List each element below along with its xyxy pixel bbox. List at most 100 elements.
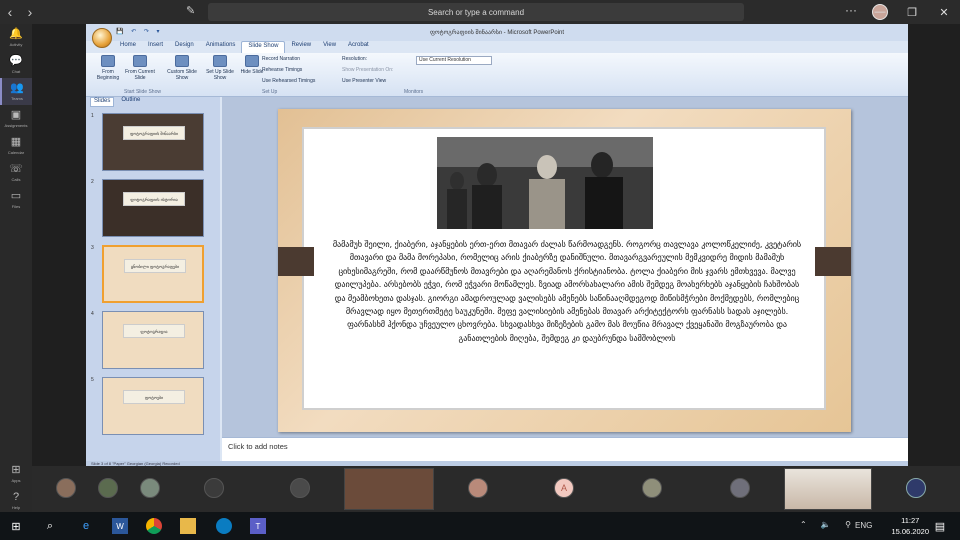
participant-avatar[interactable]: [642, 478, 662, 498]
minimize-icon[interactable]: —: [864, 6, 896, 18]
rail-item-activity[interactable]: 🔔 Activity: [0, 24, 32, 51]
from-beginning-button[interactable]: From Beginning: [92, 55, 124, 87]
slide-thumbnail[interactable]: ფოტოები: [102, 377, 204, 435]
help-icon: ?: [12, 490, 20, 503]
resolution-dropdown[interactable]: Use Current Resolution: [416, 56, 492, 65]
participant-avatar[interactable]: [730, 478, 750, 498]
window-controls: — ❐ ✕: [864, 0, 960, 24]
rail-label: Apps: [11, 477, 21, 483]
from-current-button[interactable]: From Current Slide: [124, 55, 156, 87]
tab-outline[interactable]: Outline: [118, 97, 143, 107]
more-options-icon[interactable]: ···: [845, 3, 857, 17]
tab-slides[interactable]: Slides: [90, 97, 115, 107]
tab-insert[interactable]: Insert: [142, 41, 169, 53]
tab-home[interactable]: Home: [114, 41, 142, 53]
clock-time: 11:27: [901, 516, 920, 525]
rail-item-files[interactable]: ▭ Files: [0, 186, 32, 213]
close-icon[interactable]: ✕: [928, 6, 960, 19]
from-current-label: From Current Slide: [125, 69, 155, 81]
tab-view[interactable]: View: [317, 41, 342, 53]
slide-decor-right: [815, 247, 851, 276]
use-rehearsed-checkbox[interactable]: Use Rehearsed Timings: [262, 78, 315, 84]
resolution-label: Resolution:: [342, 56, 368, 62]
setup-show-button[interactable]: Set Up Slide Show: [204, 55, 236, 87]
teams-icon[interactable]: T: [250, 518, 266, 534]
slide-editor[interactable]: მამამუხ შეილი, ქიაბერი, აჯანყების ერთ-ერ…: [222, 97, 908, 437]
quick-access-toolbar[interactable]: 💾 ↶ ↷ ▾: [116, 28, 163, 35]
word-icon[interactable]: W: [112, 518, 128, 534]
ppt-title-bar: ფოტოგრაფიის შინაარსი - Microsoft PowerPo…: [86, 24, 908, 41]
file-explorer-icon[interactable]: [180, 518, 196, 534]
group-setup-label: Set Up: [262, 89, 278, 95]
forward-arrow-icon[interactable]: ›: [20, 2, 40, 22]
presenter-view-checkbox[interactable]: Use Presenter View: [342, 78, 386, 84]
rail-item-calendar[interactable]: ▦ Calendar: [0, 132, 32, 159]
tab-animations[interactable]: Animations: [200, 41, 242, 53]
participant-avatar[interactable]: [290, 478, 310, 498]
tab-slide-show[interactable]: Slide Show: [241, 41, 286, 53]
thumbnail-title: ფოტოგრაფიის შინაარსი: [123, 126, 185, 140]
participant-avatar[interactable]: [204, 478, 224, 498]
clock[interactable]: 11:27 15.06.2020: [891, 515, 929, 537]
calls-icon: ☏: [9, 162, 23, 175]
search-icon[interactable]: ⌕: [42, 518, 58, 534]
group-start-label: Start Slide Show: [124, 89, 161, 95]
tab-review[interactable]: Review: [285, 41, 317, 53]
record-narration-button[interactable]: Record Narration: [262, 56, 300, 62]
language-indicator[interactable]: ENG: [855, 521, 872, 530]
slide-number: 2: [91, 179, 94, 185]
start-icon[interactable]: ⊞: [8, 518, 24, 534]
group-monitors-label: Monitors: [404, 89, 424, 95]
back-arrow-icon[interactable]: ‹: [0, 2, 20, 22]
slide-decor-left: [278, 247, 314, 276]
thumbnail-title: ფოტოები: [123, 390, 185, 404]
rail-item-chat[interactable]: 💬 Chat: [0, 51, 32, 78]
participant-video[interactable]: [344, 468, 434, 510]
participant-avatar[interactable]: [98, 478, 118, 498]
rail-item-apps[interactable]: ⊞ Apps: [0, 460, 32, 487]
slide-number: 1: [91, 113, 94, 119]
slide-photo[interactable]: [437, 137, 653, 229]
assignments-icon: ▣: [10, 108, 22, 121]
rail-item-calls[interactable]: ☏ Calls: [0, 159, 32, 186]
slide-thumbnail[interactable]: ფოტოგრაფიის შინაარსი: [102, 113, 204, 171]
notes-pane[interactable]: Click to add notes: [222, 437, 908, 461]
chrome-icon[interactable]: [146, 518, 162, 534]
participant-initial-avatar[interactable]: A: [554, 478, 574, 498]
rail-item-teams[interactable]: 👥 Teams: [0, 78, 32, 105]
slide-body-text[interactable]: მამამუხ შეილი, ქიაბერი, აჯანყების ერთ-ერ…: [332, 238, 802, 345]
slide-thumbnail[interactable]: ფოტოგრაფია: [102, 311, 204, 369]
participant-avatar[interactable]: [140, 478, 160, 498]
participants-strip: A: [32, 466, 960, 512]
edge-icon[interactable]: e: [78, 518, 94, 534]
tab-acrobat[interactable]: Acrobat: [342, 41, 375, 53]
bell-icon: 🔔: [9, 27, 23, 40]
custom-show-button[interactable]: Custom Slide Show: [166, 55, 198, 87]
slide-number: 3: [91, 245, 94, 251]
system-tray[interactable]: ⌃ 🔈 ⚲: [800, 520, 857, 529]
maximize-icon[interactable]: ❐: [896, 6, 928, 19]
slideshow-current-icon: [133, 55, 147, 67]
historical-photo-image: [437, 137, 653, 229]
rail-item-help[interactable]: ? Help: [0, 487, 32, 514]
show-on-label: Show Presentation On:: [342, 67, 394, 73]
self-video[interactable]: [784, 468, 872, 510]
participant-avatar[interactable]: [468, 478, 488, 498]
participant-avatar[interactable]: [56, 478, 76, 498]
slide-frame: მამამუხ შეილი, ქიაბერი, აჯანყების ერთ-ერ…: [302, 127, 826, 410]
skype-icon[interactable]: [216, 518, 232, 534]
slide-thumbnail[interactable]: ცნობილი ფოტოგრაფები: [102, 245, 204, 303]
teams-left-rail: 🔔 Activity 💬 Chat 👥 Teams ▣ Assignments ▦ Calenda…: [0, 24, 32, 512]
clock-date: 15.06.2020: [891, 527, 929, 536]
current-slide[interactable]: მამამუხ შეილი, ქიაბერი, აჯანყების ერთ-ერ…: [278, 109, 851, 432]
my-avatar[interactable]: [906, 478, 926, 498]
rail-item-assignments[interactable]: ▣ Assignments: [0, 105, 32, 132]
office-button[interactable]: [92, 28, 112, 48]
compose-icon[interactable]: ✎: [186, 4, 195, 17]
notifications-icon[interactable]: ▤: [932, 518, 948, 534]
rail-label: Help: [11, 504, 21, 510]
search-input[interactable]: Search or type a command: [208, 3, 744, 21]
tab-design[interactable]: Design: [169, 41, 200, 53]
slide-thumbnail[interactable]: ფოტოგრაფიის ისტორია: [102, 179, 204, 237]
rehearse-timings-button[interactable]: Rehearse Timings: [262, 67, 302, 73]
